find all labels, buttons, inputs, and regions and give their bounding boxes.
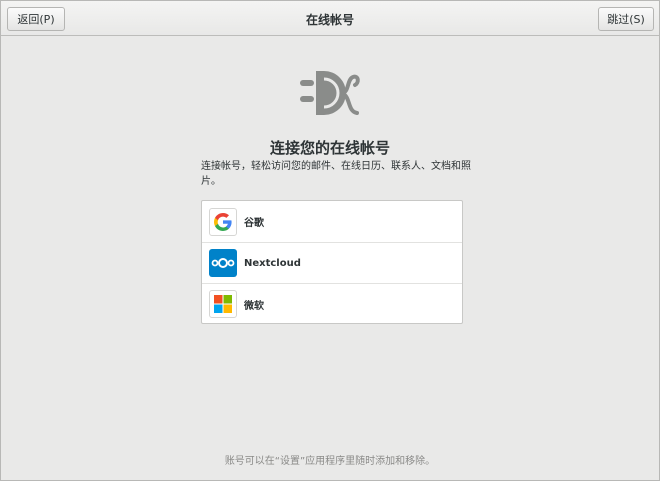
- provider-item-nextcloud[interactable]: Nextcloud: [202, 242, 462, 283]
- provider-label-nextcloud: Nextcloud: [244, 257, 301, 269]
- main-heading: 连接您的在线帐号: [269, 139, 390, 157]
- online-accounts-window: 返回(P) 在线帐号 跳过(S) 连接您的在线帐号 连接帐号，轻松访问您的邮件、…: [0, 0, 660, 481]
- page-title: 在线帐号: [305, 13, 354, 27]
- skip-button[interactable]: 跳过(S): [598, 7, 654, 31]
- footer-note: 账号可以在“设置”应用程序里随时添加和移除。: [224, 456, 436, 467]
- google-icon: [209, 207, 237, 236]
- provider-item-microsoft[interactable]: 微软: [202, 283, 462, 324]
- description-text: 连接帐号，轻松访问您的邮件、在线日历、联系人、文档和照片。: [201, 161, 471, 187]
- microsoft-icon: [209, 290, 237, 318]
- online-accounts-plug-icon: [300, 71, 360, 115]
- nextcloud-icon: [209, 249, 237, 277]
- provider-label-microsoft: 微软: [244, 300, 264, 312]
- header-bar: 返回(P) 在线帐号 跳过(S): [1, 1, 659, 36]
- provider-label-google: 谷歌: [244, 218, 264, 229]
- provider-item-google[interactable]: 谷歌: [202, 201, 462, 242]
- provider-list: 谷歌 Nextcloud 微软: [201, 200, 463, 324]
